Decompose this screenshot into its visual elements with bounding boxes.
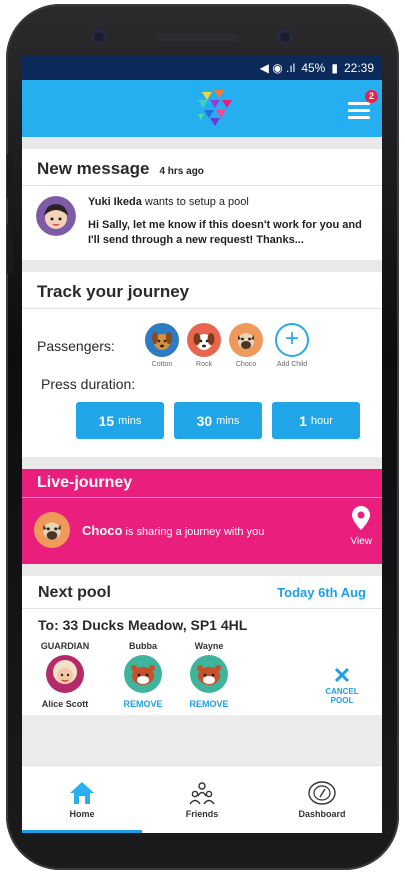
passenger-choco[interactable]: Choco (225, 323, 267, 368)
view-button[interactable]: View (350, 506, 373, 547)
add-child-label: Add Child (276, 361, 308, 368)
tab-label: Dashboard (298, 809, 346, 819)
cancel-pool-button[interactable]: ✕ CANCEL POOL (322, 663, 362, 706)
guardian: GUARDIAN Alice Scott (30, 641, 100, 709)
message-time: 4 hrs ago (159, 166, 204, 177)
friends-icon (189, 782, 215, 805)
pool-address: To: 33 Ducks Meadow, SP1 4HL (38, 617, 248, 633)
close-icon: ✕ (332, 663, 352, 688)
passenger-name: Rock (196, 361, 212, 368)
sender-avatar (36, 196, 76, 236)
live-title: Live-journey (22, 469, 382, 498)
live-text: is sharing a journey with you (125, 525, 265, 538)
volume-button (7, 154, 13, 199)
dashboard-icon (308, 781, 336, 805)
tab-label: Friends (185, 809, 219, 819)
duration-1-hour-button[interactable]: 1 hour (272, 402, 360, 439)
live-name: Choco (82, 522, 123, 538)
duration-label: Press duration: (41, 376, 136, 392)
tab-dashboard[interactable]: Dashboard (262, 766, 382, 833)
dog-avatar-icon (145, 323, 179, 357)
remove-button[interactable]: REMOVE (189, 699, 228, 709)
battery-level: 45% (301, 60, 326, 75)
tab-friends[interactable]: Friends (142, 766, 262, 833)
menu-button[interactable] (348, 102, 370, 123)
battery-icon: ▮ (331, 60, 338, 75)
next-pool-card: Next pool Today 6th Aug To: 33 Ducks Mea… (22, 576, 382, 715)
passenger-name: Cotton (151, 361, 173, 368)
duration-15-button[interactable]: 15 mins (76, 402, 164, 439)
guardian-name: Alice Scott (41, 699, 89, 709)
tab-label: Home (69, 809, 95, 819)
message-action: wants to setup a pool (144, 196, 249, 208)
passenger-rock[interactable]: Rock (183, 323, 225, 368)
message-text: Hi Sally, let me know if this doesn't wo… (88, 219, 362, 246)
bottom-tab-bar: Home Friends Dashboard (22, 765, 382, 833)
next-pool-date[interactable]: Today 6th Aug (277, 585, 366, 600)
home-icon (70, 782, 94, 804)
plus-icon: + (275, 323, 309, 357)
red-panda-avatar-icon (124, 655, 162, 693)
dog-avatar-icon (229, 323, 263, 357)
sender-name: Yuki Ikeda (88, 196, 142, 208)
status-bar: ◀ ◉ .ıl 45% ▮ 22:39 (22, 55, 382, 80)
app-header: 2 (22, 80, 382, 137)
new-message-title: New message (37, 159, 150, 178)
passenger-name: Choco (235, 361, 257, 368)
power-button (7, 224, 13, 274)
tab-home[interactable]: Home (22, 766, 142, 833)
status-icons: ◀ ◉ .ıl (259, 60, 296, 75)
next-pool-title: Next pool (38, 584, 111, 601)
pool-member: Bubba REMOVE (110, 641, 176, 709)
live-journey-card[interactable]: Live-journey Choco is sharing a journey … (22, 469, 382, 564)
remove-button[interactable]: REMOVE (123, 699, 162, 709)
passengers-label: Passengers: (37, 337, 115, 354)
member-name: Bubba (129, 641, 157, 651)
app-screen: ◀ ◉ .ıl 45% ▮ 22:39 2 New message 4 hrs … (22, 55, 382, 833)
front-camera (278, 30, 292, 44)
clock: 22:39 (343, 60, 374, 75)
track-title: Track your journey (37, 282, 190, 301)
notification-badge: 2 (365, 90, 378, 103)
passenger-cotton[interactable]: Cotton (141, 323, 183, 368)
duration-30-button[interactable]: 30 mins (174, 402, 262, 439)
cancel-label: CANCEL POOL (325, 687, 359, 705)
earpiece-speaker (156, 34, 238, 42)
dog-avatar-icon (34, 512, 70, 548)
new-message-card[interactable]: New message 4 hrs ago Yuki Ikeda wants t… (22, 149, 382, 260)
sensor (92, 30, 106, 44)
app-logo (198, 90, 232, 126)
pool-member: Wayne REMOVE (176, 641, 242, 709)
guardian-avatar (46, 655, 84, 693)
guardian-label: GUARDIAN (40, 641, 90, 651)
location-pin-icon (352, 506, 371, 530)
track-journey-card: Track your journey Passengers: Cotton Ro… (22, 272, 382, 457)
red-panda-avatar-icon (190, 655, 228, 693)
member-name: Wayne (194, 641, 224, 651)
add-child-button[interactable]: + Add Child (271, 323, 313, 368)
dog-avatar-icon (187, 323, 221, 357)
view-label: View (350, 536, 373, 547)
